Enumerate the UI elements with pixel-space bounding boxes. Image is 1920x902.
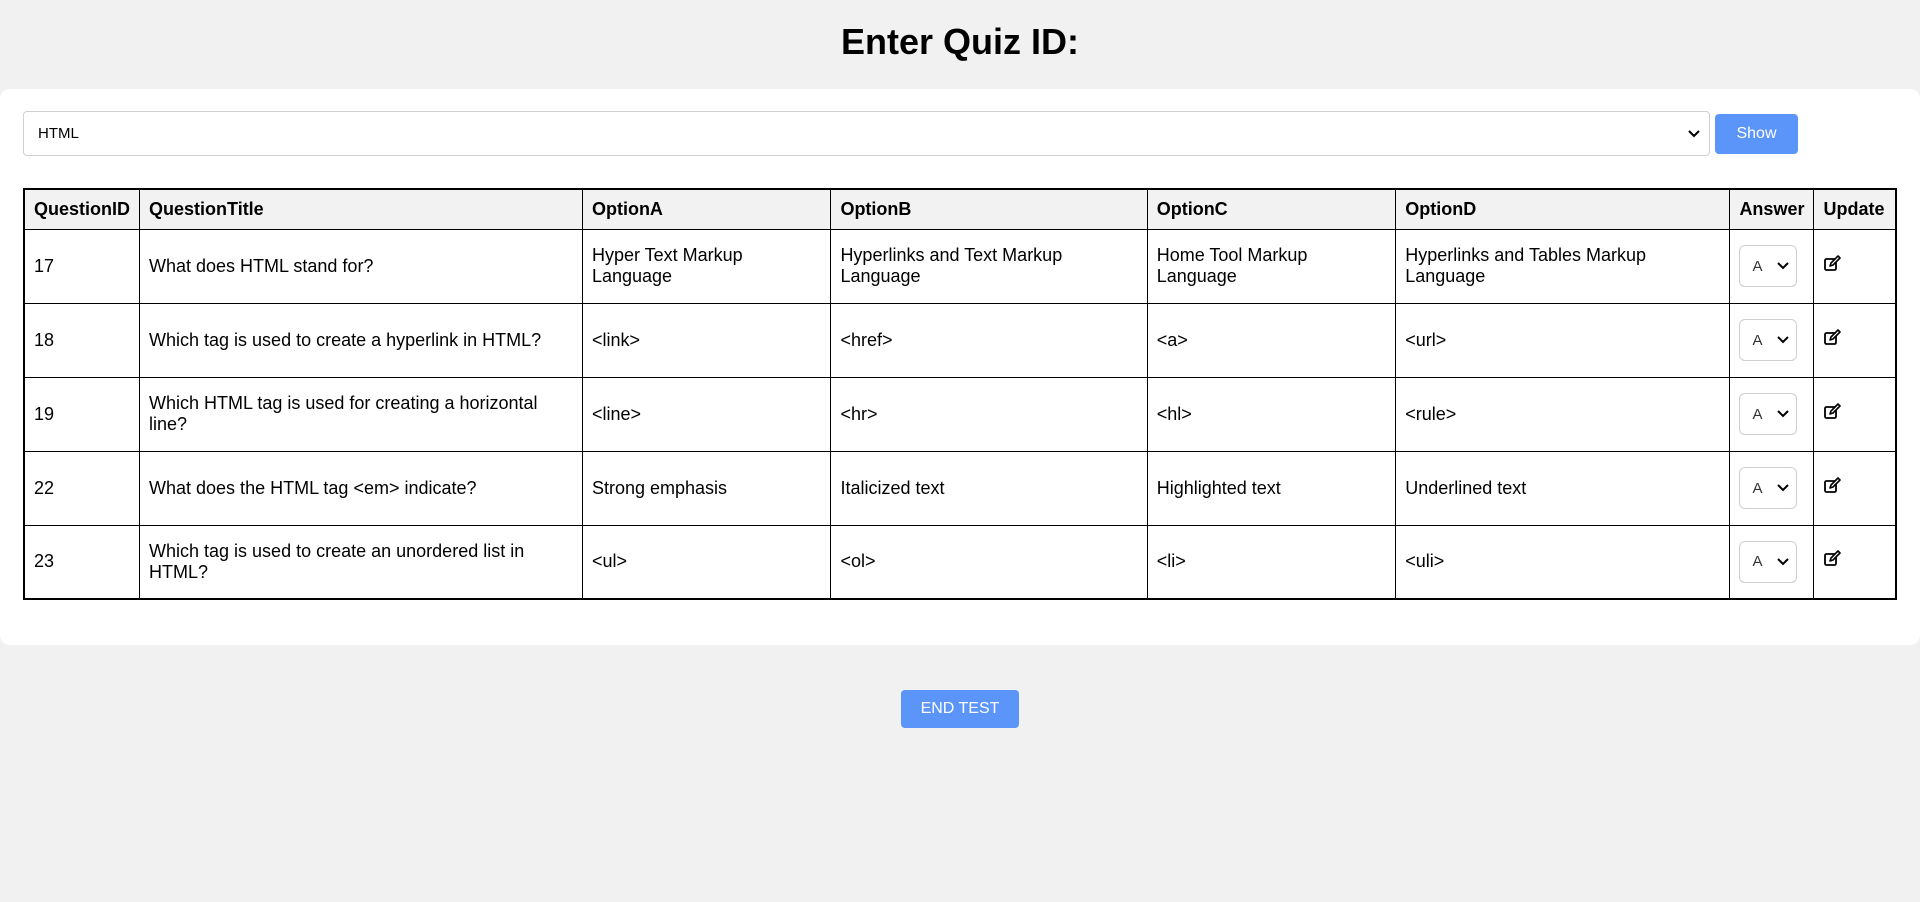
option-a-cell: <link> xyxy=(581,302,832,378)
answer-cell: A xyxy=(1729,302,1815,378)
option-a-cell: <ul> xyxy=(581,524,832,600)
answer-select-value: A xyxy=(1752,405,1763,423)
header-option-b: OptionB xyxy=(830,188,1148,230)
answer-select[interactable]: A xyxy=(1739,245,1798,287)
table-row: 19 Which HTML tag is used for creating a… xyxy=(23,376,1897,452)
option-b-cell: Hyperlinks and Text Markup Language xyxy=(830,228,1148,304)
option-b-cell: <hr> xyxy=(830,376,1148,452)
option-c-cell: <a> xyxy=(1146,302,1397,378)
edit-icon[interactable] xyxy=(1823,328,1842,347)
option-b-cell: Italicized text xyxy=(830,450,1148,526)
header-update: Update xyxy=(1813,188,1897,230)
chevron-down-icon xyxy=(1774,405,1792,423)
update-cell xyxy=(1813,376,1897,452)
chevron-down-icon xyxy=(1685,125,1703,143)
update-cell xyxy=(1813,228,1897,304)
quiz-controls: HTML Show xyxy=(23,111,1798,156)
edit-icon[interactable] xyxy=(1823,476,1842,495)
answer-cell: A xyxy=(1729,376,1815,452)
option-d-cell: <url> xyxy=(1395,302,1731,378)
answer-select-value: A xyxy=(1752,479,1763,497)
answer-select-value: A xyxy=(1752,331,1763,349)
edit-icon[interactable] xyxy=(1823,254,1842,273)
answer-select[interactable]: A xyxy=(1739,540,1798,583)
table-header-row: QuestionID QuestionTitle OptionA OptionB… xyxy=(23,188,1897,230)
chevron-down-icon xyxy=(1774,479,1792,497)
header-question-title: QuestionTitle xyxy=(139,188,583,230)
answer-cell: A xyxy=(1729,524,1815,600)
table-row: 22 What does the HTML tag <em> indicate?… xyxy=(23,450,1897,526)
end-test-button[interactable]: END TEST xyxy=(901,690,1019,728)
option-a-cell: Strong emphasis xyxy=(581,450,832,526)
update-cell xyxy=(1813,450,1897,526)
header-question-id: QuestionID xyxy=(23,188,141,230)
header-option-c: OptionC xyxy=(1146,188,1397,230)
option-d-cell: <uli> xyxy=(1395,524,1731,600)
quiz-card: HTML Show QuestionID QuestionTitle Optio… xyxy=(0,89,1920,645)
option-d-cell: Hyperlinks and Tables Markup Language xyxy=(1395,228,1731,304)
option-c-cell: <li> xyxy=(1146,524,1397,600)
question-id-cell: 18 xyxy=(23,302,141,378)
answer-select-value: A xyxy=(1752,257,1763,275)
quiz-id-select-value: HTML xyxy=(38,125,79,142)
header-option-a: OptionA xyxy=(581,188,832,230)
question-title-cell: What does the HTML tag <em> indicate? xyxy=(139,450,583,526)
header-option-d: OptionD xyxy=(1395,188,1731,230)
question-title-cell: Which tag is used to create a hyperlink … xyxy=(139,302,583,378)
answer-cell: A xyxy=(1729,228,1815,304)
answer-select[interactable]: A xyxy=(1739,319,1798,361)
question-id-cell: 19 xyxy=(23,376,141,452)
chevron-down-icon xyxy=(1774,331,1792,349)
question-title-cell: What does HTML stand for? xyxy=(139,228,583,304)
answer-select[interactable]: A xyxy=(1739,393,1798,435)
option-c-cell: Highlighted text xyxy=(1146,450,1397,526)
option-a-cell: <line> xyxy=(581,376,832,452)
edit-icon[interactable] xyxy=(1823,550,1842,568)
question-title-cell: Which tag is used to create an unordered… xyxy=(139,524,583,600)
questions-table: QuestionID QuestionTitle OptionA OptionB… xyxy=(23,188,1897,600)
option-b-cell: <ol> xyxy=(830,524,1148,600)
update-cell xyxy=(1813,524,1897,600)
page-title: Enter Quiz ID: xyxy=(840,21,1079,62)
question-id-cell: 23 xyxy=(23,524,141,600)
answer-cell: A xyxy=(1729,450,1815,526)
question-id-cell: 17 xyxy=(23,228,141,304)
option-a-cell: Hyper Text Markup Language xyxy=(581,228,832,304)
question-title-cell: Which HTML tag is used for creating a ho… xyxy=(139,376,583,452)
option-d-cell: Underlined text xyxy=(1395,450,1731,526)
option-c-cell: <hl> xyxy=(1146,376,1397,452)
answer-select-value: A xyxy=(1752,553,1763,571)
table-row: 17 What does HTML stand for? Hyper Text … xyxy=(23,228,1897,304)
update-cell xyxy=(1813,302,1897,378)
show-button[interactable]: Show xyxy=(1715,113,1798,154)
edit-icon[interactable] xyxy=(1823,402,1842,421)
option-d-cell: <rule> xyxy=(1395,376,1731,452)
option-b-cell: <href> xyxy=(830,302,1148,378)
chevron-down-icon xyxy=(1774,553,1792,571)
chevron-down-icon xyxy=(1774,257,1792,275)
table-row: 18 Which tag is used to create a hyperli… xyxy=(23,302,1897,378)
question-id-cell: 22 xyxy=(23,450,141,526)
option-c-cell: Home Tool Markup Language xyxy=(1146,228,1397,304)
answer-select[interactable]: A xyxy=(1739,467,1798,509)
table-row: 23 Which tag is used to create an unorde… xyxy=(23,524,1897,600)
quiz-id-select[interactable]: HTML xyxy=(23,111,1710,156)
header-answer: Answer xyxy=(1729,188,1815,230)
